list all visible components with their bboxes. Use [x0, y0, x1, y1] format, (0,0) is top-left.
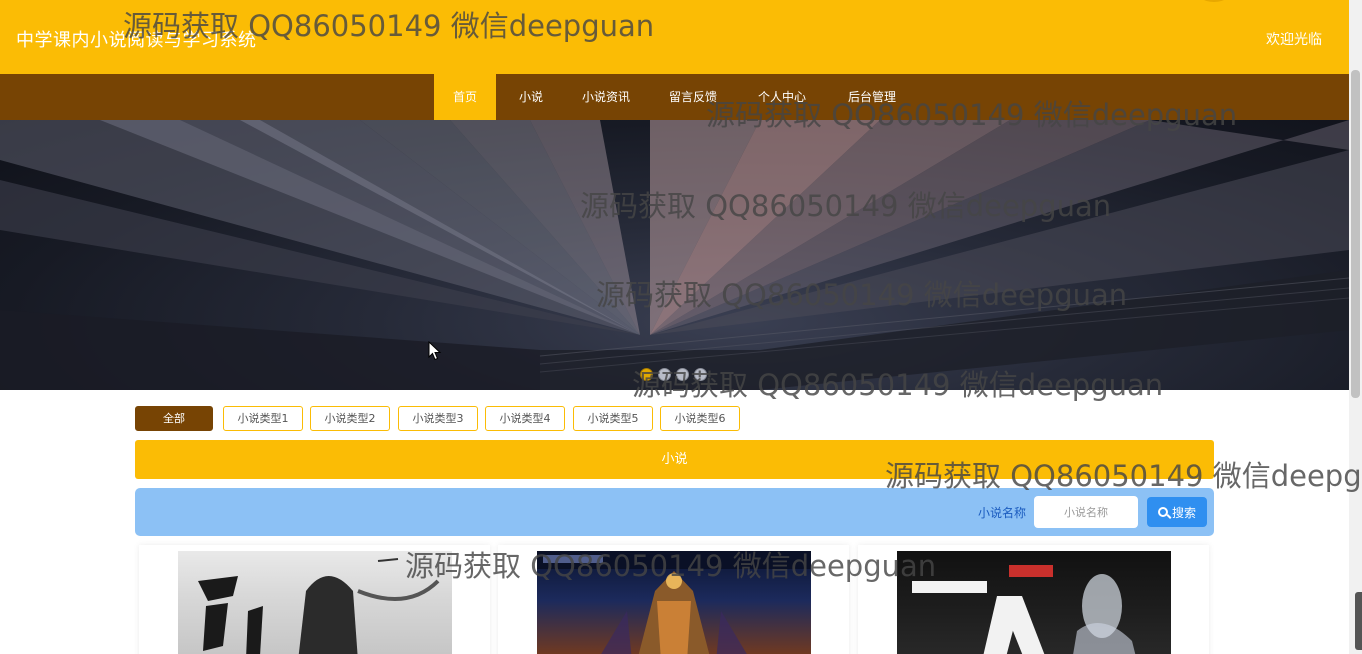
carousel-indicators: [640, 368, 707, 382]
category-tab-type3[interactable]: 小说类型3: [398, 406, 478, 431]
category-tab-type4[interactable]: 小说类型4: [485, 406, 565, 431]
category-tab-all[interactable]: 全部: [135, 406, 213, 431]
avatar[interactable]: [1196, 0, 1232, 2]
search-button-label: 搜索: [1171, 505, 1196, 520]
nav-item-admin[interactable]: 后台管理: [840, 74, 904, 120]
nav-item-feedback[interactable]: 留言反馈: [660, 74, 726, 120]
banner-carousel[interactable]: [0, 120, 1349, 390]
main-nav: 首页 小说 小说资讯 留言反馈 个人中心 后台管理: [0, 74, 1349, 120]
carousel-dot-4[interactable]: [694, 368, 707, 381]
page: 中学课内小说阅读与学习系统 欢迎光临 首页 小说 小说资讯 留言反馈 个人中心 …: [0, 0, 1362, 654]
category-tab-type6[interactable]: 小说类型6: [660, 406, 740, 431]
mouse-cursor-icon: [428, 341, 442, 361]
search-button[interactable]: 搜索: [1147, 497, 1207, 527]
carousel-dot-3[interactable]: [676, 368, 689, 381]
novel-cover-image[interactable]: [537, 551, 811, 654]
search-label: 小说名称: [978, 506, 1027, 520]
section-title: 小说: [135, 440, 1214, 479]
open-book-image: [0, 120, 1349, 390]
carousel-dot-2[interactable]: [658, 368, 671, 381]
category-tab-type1[interactable]: 小说类型1: [223, 406, 303, 431]
top-header: 中学课内小说阅读与学习系统 欢迎光临: [0, 0, 1349, 74]
welcome-text: 欢迎光临: [1266, 32, 1322, 48]
category-tab-type5[interactable]: 小说类型5: [573, 406, 653, 431]
search-icon: [1157, 507, 1168, 517]
nav-item-home[interactable]: 首页: [434, 74, 496, 120]
search-input[interactable]: [1034, 496, 1138, 528]
novel-cover-image[interactable]: [178, 551, 452, 654]
carousel-dot-1[interactable]: [640, 368, 653, 381]
site-title[interactable]: 中学课内小说阅读与学习系统: [16, 26, 257, 52]
novel-cover-image[interactable]: [897, 551, 1171, 654]
side-float-tab[interactable]: [1355, 592, 1362, 650]
nav-item-novels[interactable]: 小说: [506, 74, 556, 120]
category-tab-type2[interactable]: 小说类型2: [310, 406, 390, 431]
nav-item-profile[interactable]: 个人中心: [750, 74, 814, 120]
nav-item-news[interactable]: 小说资讯: [572, 74, 640, 120]
scrollbar-thumb[interactable]: [1351, 70, 1360, 398]
